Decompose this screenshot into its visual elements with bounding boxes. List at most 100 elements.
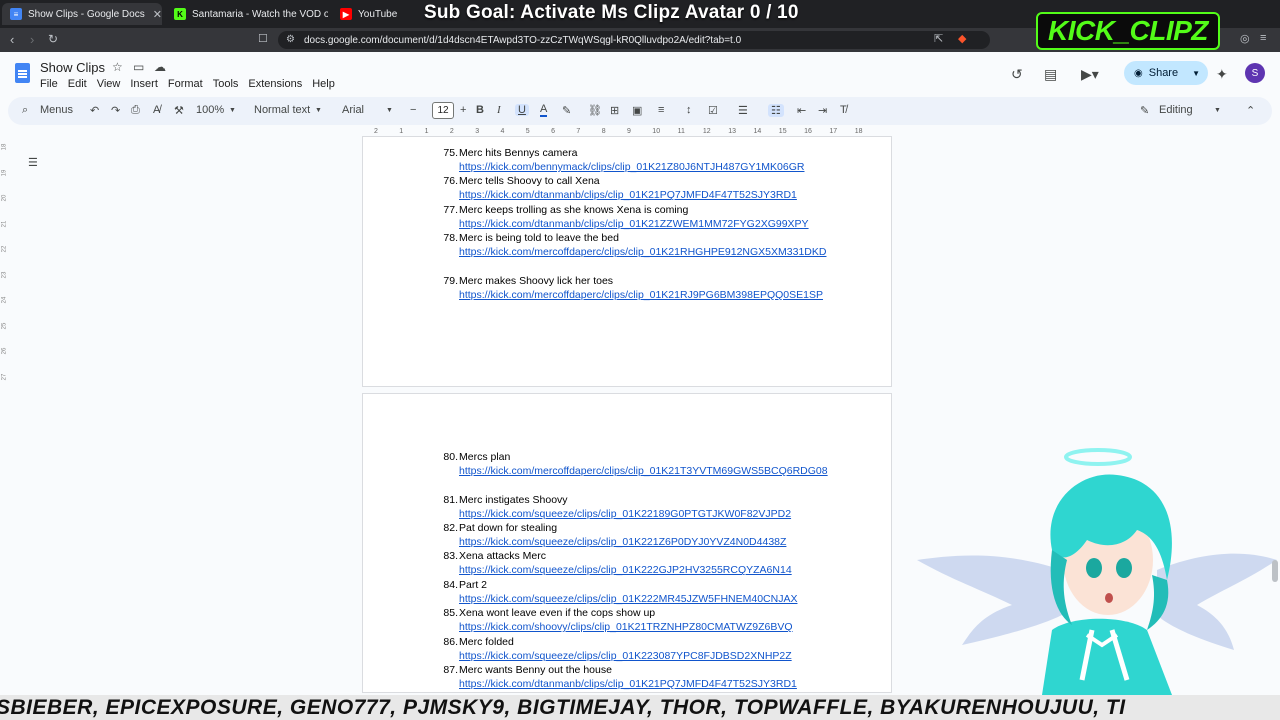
insert-image-icon[interactable]: ▣ xyxy=(632,104,642,117)
scrollbar-thumb[interactable] xyxy=(1272,560,1278,582)
add-comment-icon[interactable]: ⊞ xyxy=(610,104,619,117)
tab-show-clips[interactable]: ≡ Show Clips - Google Docs ✕ xyxy=(2,3,162,25)
back-icon[interactable]: ‹ xyxy=(10,32,14,47)
font-select[interactable]: Arial xyxy=(342,104,364,116)
menu-help[interactable]: Help xyxy=(312,78,335,90)
editing-mode-select[interactable]: Editing xyxy=(1159,104,1193,116)
tab-kick-vod[interactable]: K Santamaria - Watch the VOD on Kick xyxy=(166,3,328,25)
document-page[interactable]: 80. Mercs plan https://kick.com/mercoffdap… xyxy=(362,393,892,693)
clip-link[interactable]: https://kick.com/squeeze/clips/clip_01K2… xyxy=(459,563,829,577)
clip-title: Merc makes Shoovy lick her toes xyxy=(459,274,614,287)
decrease-indent-icon[interactable]: ⇤ xyxy=(797,104,806,117)
document-outline-icon[interactable]: ☰ xyxy=(28,156,38,169)
gemini-icon[interactable]: ✦ xyxy=(1216,66,1228,83)
vpn-icon[interactable]: ◎ xyxy=(1240,32,1250,45)
version-history-icon[interactable]: ↺ xyxy=(1011,66,1023,83)
link-icon[interactable]: ⛓ xyxy=(588,104,602,117)
menu-extensions[interactable]: Extensions xyxy=(248,78,302,90)
decrease-font-size-icon[interactable]: − xyxy=(410,104,416,116)
print-icon[interactable]: ⎙ xyxy=(131,104,140,117)
formatting-toolbar: ⌕ Menus ↶ ↷ ⎙ A̸ ⚒ 100% ▼ Normal text ▼ … xyxy=(8,97,1272,125)
vruler-tick-label: 21 xyxy=(1,220,8,227)
globe-icon: ◉ xyxy=(1134,67,1143,79)
clip-title: Merc keeps trolling as she knows Xena is… xyxy=(459,203,689,216)
kick-clipz-logo: KICK_CLIPZ xyxy=(1036,12,1220,50)
clip-link[interactable]: https://kick.com/mercoffdaperc/clips/cli… xyxy=(459,245,829,259)
clip-link[interactable]: https://kick.com/squeeze/clips/clip_01K2… xyxy=(459,507,829,521)
menu-view[interactable]: View xyxy=(97,78,121,90)
url-field[interactable]: ⚙ docs.google.com/document/d/1d4dscn4ETA… xyxy=(278,31,990,49)
meet-icon[interactable]: ▶▾ xyxy=(1081,66,1099,83)
clip-title: Part 2 xyxy=(459,578,488,591)
vruler-tick-label: 26 xyxy=(1,347,8,355)
clip-link[interactable]: https://kick.com/dtanmanb/clips/clip_01K… xyxy=(459,188,829,202)
font-size-input[interactable]: 12 xyxy=(432,102,454,119)
brave-shield-icon[interactable]: ◆ xyxy=(958,32,966,45)
line-spacing-icon[interactable]: ↕ xyxy=(686,104,692,116)
align-icon[interactable]: ≡ xyxy=(658,104,664,116)
highlight-icon[interactable]: ✎ xyxy=(562,104,571,117)
site-info-icon[interactable]: ⚙ xyxy=(286,34,295,45)
menu-format[interactable]: Format xyxy=(168,78,203,90)
sub-goal-overlay: Sub Goal: Activate Ms Clipz Avatar 0 / 1… xyxy=(424,2,799,23)
clip-title: Merc instigates Shoovy xyxy=(459,493,568,506)
tab-youtube[interactable]: ▶ YouTube xyxy=(332,3,412,25)
tab-label: Santamaria - Watch the VOD on Kick xyxy=(192,8,328,20)
text-color-icon[interactable]: A xyxy=(540,104,548,117)
move-folder-icon[interactable]: ▭ xyxy=(133,60,144,74)
search-icon[interactable]: ⌕ xyxy=(22,104,28,117)
redo-icon[interactable]: ↷ xyxy=(111,104,120,117)
ruler-tick-label: 8 xyxy=(601,128,606,135)
clip-link[interactable]: https://kick.com/shoovy/clips/clip_01K21… xyxy=(459,620,829,634)
clear-formatting-icon[interactable]: T̸ xyxy=(840,104,847,116)
document-title[interactable]: Show Clips xyxy=(40,60,105,75)
menu-icon[interactable]: ≡ xyxy=(1260,32,1266,44)
account-avatar[interactable]: S xyxy=(1245,63,1265,83)
chevron-down-icon: ▼ xyxy=(315,107,322,114)
checklist-icon[interactable]: ☑ xyxy=(708,104,718,117)
forward-icon[interactable]: › xyxy=(30,32,34,47)
chevron-down-icon[interactable]: ▼ xyxy=(1192,69,1200,78)
clip-link[interactable]: https://kick.com/bennymack/clips/clip_01… xyxy=(459,160,829,174)
paint-format-icon[interactable]: ⚒ xyxy=(174,104,184,117)
docs-logo-icon[interactable] xyxy=(15,63,30,83)
underline-icon[interactable]: U xyxy=(515,104,529,116)
undo-icon[interactable]: ↶ xyxy=(90,104,99,117)
reload-icon[interactable]: ↻ xyxy=(48,32,58,46)
clip-link[interactable]: https://kick.com/dtanmanb/clips/clip_01K… xyxy=(459,217,829,231)
numbered-list-icon[interactable]: ☷ xyxy=(768,104,784,117)
close-tab-icon[interactable]: ✕ xyxy=(145,8,162,21)
collapse-menus-icon[interactable]: ⌃ xyxy=(1246,104,1255,117)
paragraph-style-select[interactable]: Normal text xyxy=(254,104,310,116)
star-icon[interactable]: ☆ xyxy=(112,60,123,74)
clip-link[interactable]: https://kick.com/mercoffdaperc/clips/cli… xyxy=(459,464,829,478)
increase-indent-icon[interactable]: ⇥ xyxy=(818,104,827,117)
clip-link[interactable]: https://kick.com/squeeze/clips/clip_01K2… xyxy=(459,535,829,549)
increase-font-size-icon[interactable]: + xyxy=(460,104,466,116)
search-menus[interactable]: Menus xyxy=(40,104,73,116)
clip-link[interactable]: https://kick.com/mercoffdaperc/clips/cli… xyxy=(459,288,829,302)
spellcheck-icon[interactable]: A̸ xyxy=(153,104,160,116)
italic-icon[interactable]: I xyxy=(497,104,501,116)
clip-link[interactable]: https://kick.com/dtanmanb/clips/clip_01K… xyxy=(459,677,829,691)
clip-link[interactable]: https://kick.com/squeeze/clips/clip_01K2… xyxy=(459,649,829,663)
bulleted-list-icon[interactable]: ☰ xyxy=(738,104,748,117)
comments-icon[interactable]: ▤ xyxy=(1044,66,1057,83)
share-button[interactable]: ◉ Share ▼ xyxy=(1124,61,1208,85)
menu-file[interactable]: File xyxy=(40,78,58,90)
menu-tools[interactable]: Tools xyxy=(213,78,239,90)
share-page-icon[interactable]: ⇱ xyxy=(934,32,943,45)
document-page[interactable]: 75. Merc hits Bennys camera https://kick.c… xyxy=(362,136,892,387)
menu-insert[interactable]: Insert xyxy=(130,78,158,90)
list-number: 78. xyxy=(443,232,458,245)
menu-bar: File Edit View Insert Format Tools Exten… xyxy=(40,78,335,90)
bold-icon[interactable]: B xyxy=(476,104,484,116)
zoom-select[interactable]: 100% xyxy=(196,104,224,116)
cloud-status-icon[interactable]: ☁ xyxy=(154,60,166,74)
bookmark-icon[interactable]: ☐ xyxy=(258,32,268,45)
menu-edit[interactable]: Edit xyxy=(68,78,87,90)
vertical-ruler[interactable]: 18 19 20 21 22 23 24 25 26 27 xyxy=(0,140,10,690)
ruler-tick-label: 4 xyxy=(500,128,505,135)
ruler-tick-label: 2 xyxy=(374,128,378,135)
clip-link[interactable]: https://kick.com/squeeze/clips/clip_01K2… xyxy=(459,592,829,606)
